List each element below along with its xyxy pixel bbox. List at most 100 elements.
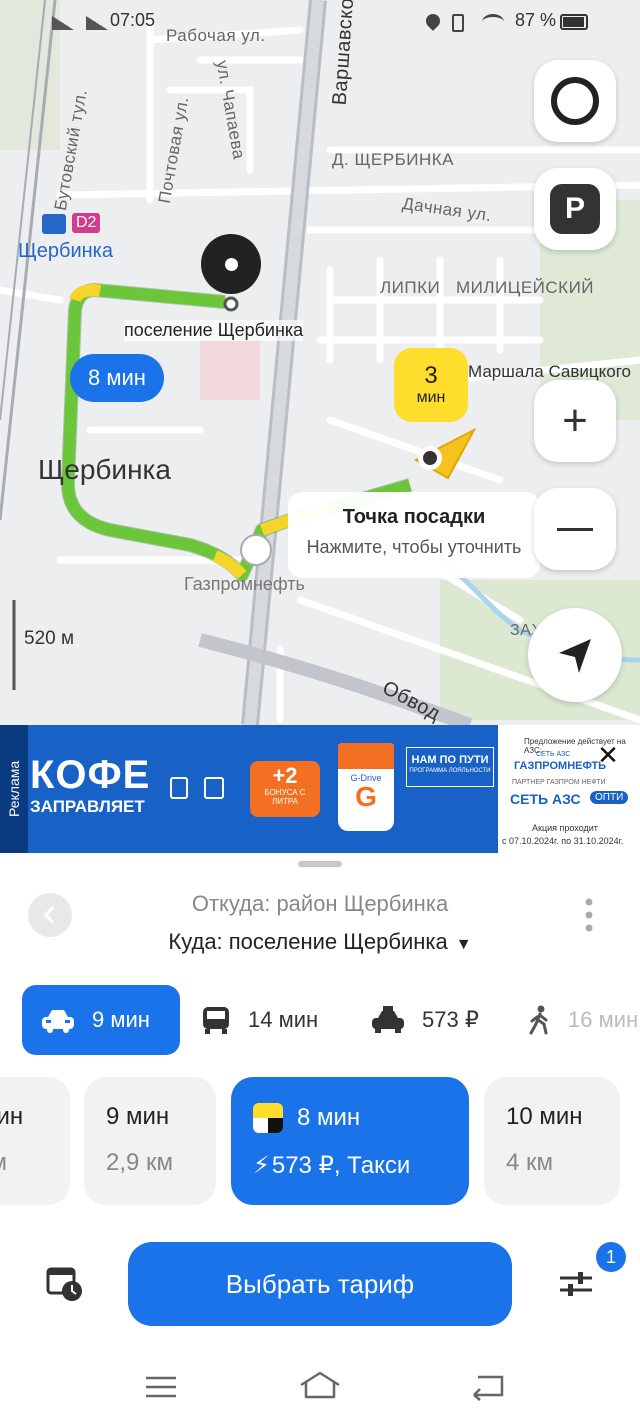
ad-brand-bottom: СЕТЬ АЗС: [510, 791, 581, 807]
fuel-pump-icon: [170, 777, 188, 799]
mode-car-label: 9 мин: [92, 1007, 150, 1032]
route-bottom-sheet: Откуда: район Щербинка Куда: поселение Щ…: [0, 853, 640, 1423]
back-nav-icon[interactable]: [470, 1371, 506, 1401]
mode-walk[interactable]: 16 мин: [526, 985, 640, 1055]
walk-icon: [526, 1005, 552, 1035]
map-label: ЛИПКИ: [380, 278, 441, 297]
program-title: НАМ ПО ПУТИ: [411, 754, 489, 766]
route-option-time: 8 мин: [297, 1104, 361, 1131]
my-location-button[interactable]: [528, 608, 622, 702]
station-badge: D2: [72, 213, 101, 233]
filter-settings-icon[interactable]: [558, 1269, 594, 1299]
filter-count-badge: 1: [596, 1242, 626, 1272]
plus-icon: +: [562, 396, 588, 445]
map-label: МИЛИЦЕЙСКИЙ: [456, 278, 595, 297]
home-icon[interactable]: [298, 1369, 342, 1401]
ad-brand-top: ГАЗПРОМНЕФТЬ: [514, 760, 607, 772]
ad-partner-note: ПАРТНЕР ГАЗПРОМ НЕФТИ: [512, 779, 606, 786]
ad-promo-line1: Акция проходит: [532, 823, 598, 833]
bonus-text: БОНУСА С ЛИТРА: [264, 788, 306, 806]
pickup-point-card[interactable]: Точка посадки Нажмите, чтобы уточнить: [288, 492, 540, 578]
route-option-card[interactable]: 10 мин 4 км: [484, 1077, 620, 1205]
map-label-station: Щербинка: [18, 240, 113, 262]
route-option-detail: 2,9 км: [106, 1149, 174, 1176]
map-view[interactable]: 07:05 87 % Рабочая ул. Варшавско ул. Чап…: [0, 0, 640, 725]
minus-icon: [557, 527, 593, 531]
mode-walk-label: 16 мин: [568, 1007, 639, 1032]
car-icon: [40, 1007, 76, 1033]
mode-bus[interactable]: 14 мин: [200, 985, 318, 1055]
mode-car[interactable]: 9 мин: [22, 985, 180, 1055]
program-sub: ПРОГРАММА ЛОЯЛЬНОСТИ: [409, 768, 491, 774]
map-label: Рабочая ул.: [166, 26, 266, 45]
route-option-detail: км: [0, 1149, 48, 1177]
yandex-taxi-icon: [253, 1103, 283, 1133]
route-from[interactable]: Откуда: район Щербинка: [0, 891, 640, 917]
ad-subline: ЗАПРАВЛЯЕТ: [30, 797, 145, 816]
route-option-card[interactable]: мин км: [0, 1077, 70, 1205]
ad-close-icon[interactable]: ✕: [596, 742, 620, 768]
bus-icon: [200, 1005, 232, 1035]
route-to[interactable]: Куда: поселение Щербинка ▼: [0, 929, 640, 955]
program-box: НАМ ПО ПУТИ ПРОГРАММА ЛОЯЛЬНОСТИ: [406, 747, 494, 787]
map-label-poi: Газпромнефть: [184, 574, 305, 594]
route-option-detail: 573 ₽, Такси: [271, 1152, 411, 1179]
choose-tariff-button[interactable]: Выбрать тариф: [128, 1242, 512, 1326]
status-time: 07:05: [110, 10, 156, 30]
map-scale-label: 520 м: [24, 628, 75, 649]
eta-badge: 3 мин: [394, 348, 468, 422]
ad-promo-line2: с 07.10.2024г. по 31.10.2024г.: [502, 836, 624, 846]
ad-headline: КОФЕ: [30, 753, 151, 797]
map-label-district: Щербинка: [38, 454, 171, 485]
ad-banner[interactable]: Реклама КОФЕ ЗАПРАВЛЯЕТ +2 БОНУСА С ЛИТР…: [0, 725, 640, 853]
route-option-card[interactable]: 9 мин 2,9 км: [84, 1077, 216, 1205]
route-option-time: 10 мин: [506, 1103, 583, 1130]
route-option-card-selected[interactable]: 8 мин ⚡573 ₽, Такси: [231, 1077, 469, 1205]
vibrate-icon: [452, 14, 464, 32]
route-to-label: Куда: поселение Щербинка: [168, 929, 448, 954]
mode-taxi[interactable]: 573 ₽: [370, 985, 479, 1055]
mode-bus-label: 14 мин: [248, 1007, 319, 1032]
ad-creative: КОФЕ ЗАПРАВЛЯЕТ +2 БОНУСА С ЛИТРА G-Driv…: [28, 725, 498, 853]
fuel-icon: [240, 534, 272, 566]
parking-button[interactable]: P: [534, 168, 616, 250]
station-icon: [42, 214, 66, 234]
alice-assistant-button[interactable]: [534, 60, 616, 142]
map-label: Маршала Савицкого: [468, 362, 632, 381]
route-option-time: мин: [0, 1103, 24, 1130]
ad-tag: Реклама: [0, 725, 28, 853]
signal-icon: [52, 16, 74, 30]
route-option-time: 9 мин: [106, 1103, 170, 1130]
mode-taxi-label: 573 ₽: [422, 1007, 479, 1032]
pickup-hint: Нажмите, чтобы уточнить: [306, 537, 522, 557]
status-battery-text: 87 %: [515, 10, 557, 30]
destination-pin-icon[interactable]: [201, 234, 261, 294]
bonus-badge: +2 БОНУСА С ЛИТРА: [250, 761, 320, 817]
map-label: Д. ЩЕРБИНКА: [332, 150, 454, 169]
zoom-in-button[interactable]: +: [534, 380, 616, 462]
wifi-icon: [482, 14, 504, 30]
navigation-arrow-icon: [559, 639, 591, 673]
user-location-icon: [413, 427, 477, 480]
schedule-icon[interactable]: [46, 1265, 86, 1303]
bonus-card-icon: [204, 777, 224, 799]
parking-icon: P: [550, 184, 600, 234]
sheet-grabber[interactable]: [298, 861, 342, 867]
lightning-icon: ⚡: [253, 1152, 270, 1179]
coffee-cup-icon: G-Drive G: [338, 743, 394, 831]
alice-icon: [551, 77, 599, 125]
destination-label: поселение Щербинка: [124, 320, 304, 341]
eta-unit: мин: [416, 389, 446, 407]
battery-icon: [560, 14, 588, 30]
taxi-icon: [370, 1006, 406, 1034]
more-options-icon[interactable]: [582, 897, 596, 933]
pickup-title: Точка посадки: [342, 506, 486, 528]
signal-icon-2: [86, 16, 108, 30]
route-option-detail: 4 км: [506, 1149, 554, 1176]
ad-brand-top-small: СЕТЬ АЗС: [536, 751, 571, 758]
zoom-out-button[interactable]: [534, 488, 616, 570]
recent-apps-icon[interactable]: [144, 1375, 178, 1399]
route-time-bubble[interactable]: 8 мин: [70, 354, 164, 402]
dropdown-arrow-icon: ▼: [455, 936, 472, 953]
eta-number: 3: [424, 362, 438, 389]
